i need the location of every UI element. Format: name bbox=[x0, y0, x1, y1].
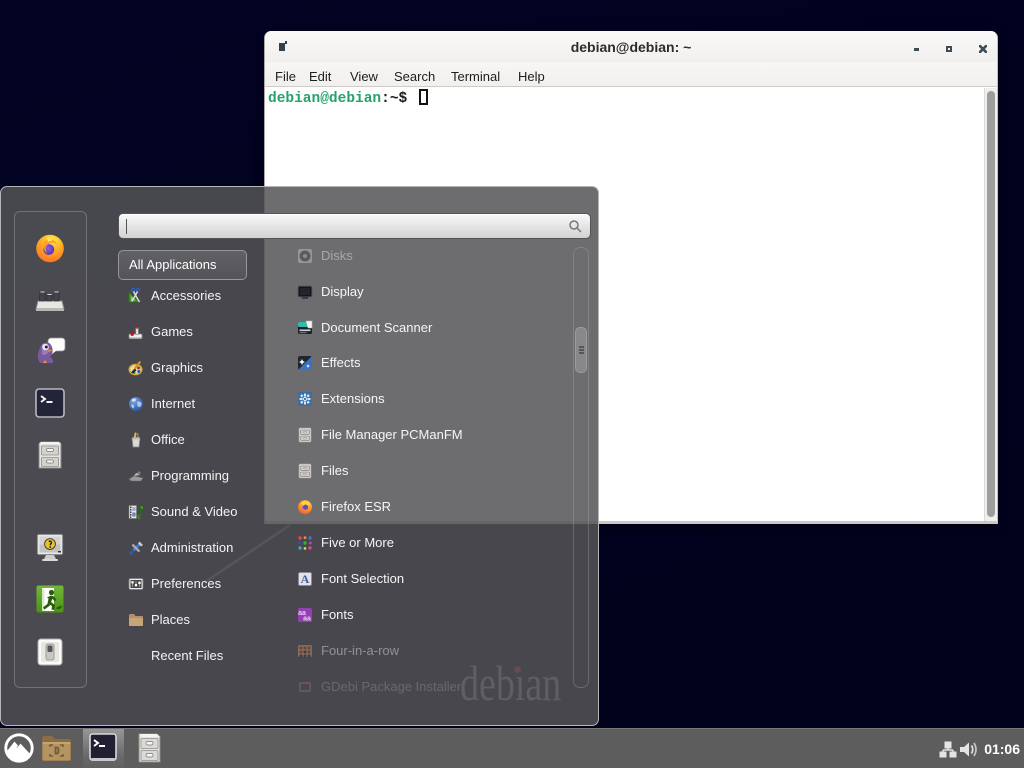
svg-text:aa: aa bbox=[303, 616, 311, 623]
svg-text:A: A bbox=[301, 572, 310, 586]
